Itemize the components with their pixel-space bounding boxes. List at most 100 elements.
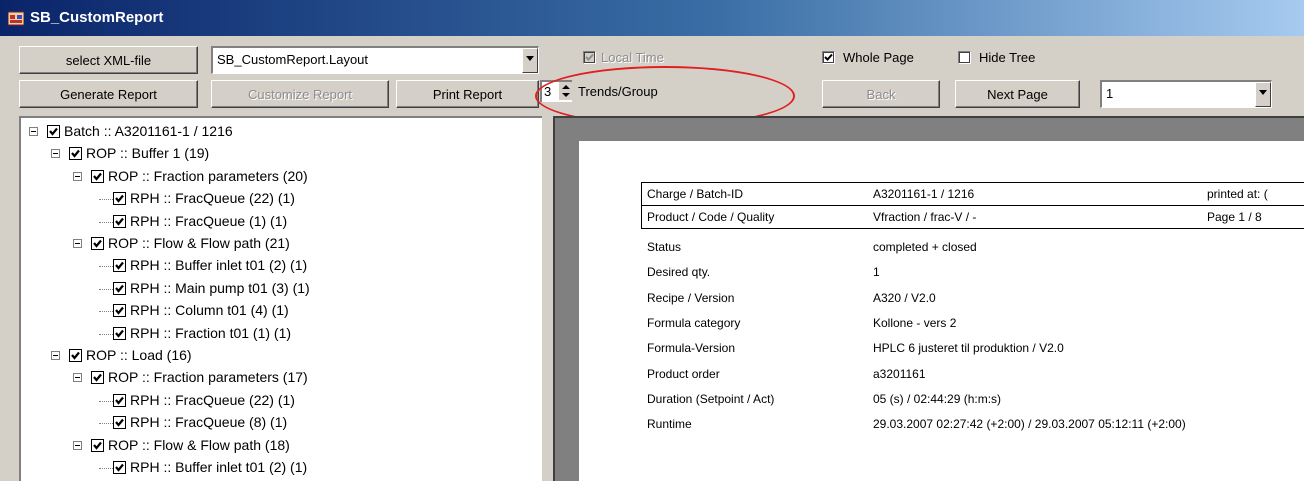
tree-node[interactable]: RPH :: FracQueue (8) (1)	[21, 413, 541, 435]
report-row-right: Page 1 / 8	[1207, 210, 1262, 224]
report-row-value: 1	[873, 265, 880, 280]
tree-node-label: RPH :: Column t01 (4) (1)	[130, 302, 289, 319]
tree-node-checkbox[interactable]	[47, 125, 60, 138]
tree-node[interactable]: RPH :: Fraction t01 (1) (1)	[21, 324, 541, 346]
tree-node-checkbox[interactable]	[113, 393, 126, 407]
title-bar: SB_CustomReport	[0, 0, 1304, 36]
tree-node-checkbox[interactable]	[113, 259, 126, 273]
tree-node-label: RPH :: FracQueue (8) (1)	[130, 414, 288, 431]
tree-node-checkbox[interactable]	[113, 461, 126, 474]
layout-combo-value: SB_CustomReport.Layout	[217, 52, 369, 67]
tree-node[interactable]: RPH :: Buffer inlet t01 (2) (1)	[21, 458, 541, 480]
tree-node-checkbox[interactable]	[113, 326, 126, 340]
tree-node[interactable]: RPH :: FracQueue (1) (1)	[21, 212, 541, 234]
page-combo[interactable]: 1	[1100, 80, 1272, 108]
layout-combo[interactable]: SB_CustomReport.Layout	[211, 46, 539, 74]
customize-report-button[interactable]: Customize Report	[211, 80, 389, 108]
tree-node-label: RPH :: FracQueue (1) (1)	[130, 212, 288, 229]
tree-node-checkbox[interactable]	[91, 438, 104, 452]
whole-page-checkbox[interactable]	[822, 51, 835, 64]
tree-node[interactable]: ROP :: Flow & Flow path (21)	[21, 234, 541, 256]
trends-spinner[interactable]: 3	[540, 80, 572, 102]
next-page-button[interactable]: Next Page	[955, 80, 1080, 108]
tree-node-label: RPH :: Buffer inlet t01 (2) (1)	[130, 459, 308, 475]
report-row-label: Formula category	[647, 315, 741, 330]
tree-node[interactable]: ROP :: Buffer 1 (19)	[21, 144, 541, 166]
report-row-value: A320 / V2.0	[873, 290, 936, 305]
back-button[interactable]: Back	[822, 80, 940, 108]
collapse-icon[interactable]	[73, 239, 82, 248]
report-row-value: 29.03.2007 02:27:42 (+2:00) / 29.03.2007…	[873, 417, 1186, 432]
tree-node-label: RPH :: Main pump t01 (3) (1)	[130, 279, 310, 296]
tree-node-checkbox[interactable]	[113, 304, 126, 318]
hide-tree-label: Hide Tree	[979, 50, 1036, 65]
tree-node-label: Batch :: A3201161-1 / 1216	[64, 123, 233, 139]
tree-node[interactable]: RPH :: FracQueue (22) (1)	[21, 189, 541, 211]
spinner-arrows-icon[interactable]	[558, 82, 572, 100]
print-report-button[interactable]: Print Report	[396, 80, 539, 108]
tree-node-label: ROP :: Flow & Flow path (21)	[108, 235, 290, 251]
tree-node[interactable]: RPH :: Column t01 (4) (1)	[21, 301, 541, 323]
tree-node-label: ROP :: Fraction parameters (17)	[108, 369, 308, 386]
report-row-label: Product / Code / Quality	[647, 210, 775, 224]
tree-node-label: RPH :: Buffer inlet t01 (2) (1)	[130, 257, 308, 274]
report-row-label: Product order	[647, 366, 720, 381]
report-row-label: Desired qty.	[647, 265, 711, 280]
collapse-icon[interactable]	[73, 440, 82, 450]
tree-node[interactable]: ROP :: Flow & Flow path (18)	[21, 436, 541, 458]
tree-node[interactable]: ROP :: Fraction parameters (20)	[21, 167, 541, 189]
tree-node-checkbox[interactable]	[91, 371, 104, 385]
collapse-icon[interactable]	[73, 373, 82, 383]
report-row-label: Charge / Batch-ID	[647, 187, 744, 201]
report-row-value: HPLC 6 justeret til produktion / V2.0	[873, 341, 1064, 356]
window-title: SB_CustomReport	[30, 9, 164, 26]
report-preview[interactable]: Charge / Batch-ID A3201161-1 / 1216 printe…	[553, 116, 1304, 481]
trends-value: 3	[544, 84, 552, 99]
local-time-checkbox[interactable]	[583, 51, 596, 64]
tree-node[interactable]: RPH :: FracQueue (22) (1)	[21, 391, 541, 413]
chevron-down-icon[interactable]	[522, 48, 538, 73]
page-combo-value: 1	[1106, 86, 1114, 101]
tree-node-checkbox[interactable]	[69, 147, 82, 161]
collapse-icon[interactable]	[73, 171, 82, 181]
select-xml-button[interactable]: select XML-file	[19, 46, 198, 74]
report-row-label: Formula-Version	[647, 341, 736, 356]
tree-node[interactable]: ROP :: Fraction parameters (17)	[21, 368, 541, 390]
tree-node-checkbox[interactable]	[113, 416, 126, 430]
generate-report-button[interactable]: Generate Report	[19, 80, 198, 108]
chevron-down-icon[interactable]	[1255, 82, 1271, 107]
batch-tree[interactable]: Batch :: A3201161-1 / 1216ROP :: Buffer …	[19, 116, 542, 481]
report-row-right: printed at: (	[1207, 187, 1268, 201]
app-icon	[8, 11, 24, 26]
tree-node-checkbox[interactable]	[91, 237, 104, 250]
report-row-value: Vfraction / frac-V / -	[873, 210, 977, 224]
tree-node-checkbox[interactable]	[69, 349, 82, 362]
trends-group-label: Trends/Group	[578, 84, 658, 99]
local-time-label: Local Time	[601, 50, 664, 65]
whole-page-label: Whole Page	[843, 50, 914, 65]
tree-node[interactable]: Batch :: A3201161-1 / 1216	[21, 122, 541, 144]
tree-node-label: RPH :: FracQueue (22) (1)	[130, 391, 295, 408]
tree-node-checkbox[interactable]	[91, 169, 104, 183]
report-row-value: 05 (s) / 02:44:29 (h:m:s)	[873, 391, 1002, 406]
tree-node-checkbox[interactable]	[113, 281, 126, 295]
report-row-label: Recipe / Version	[647, 290, 735, 305]
collapse-icon[interactable]	[51, 149, 60, 159]
report-row-value: a3201161	[873, 366, 926, 381]
tree-node-label: ROP :: Fraction parameters (20)	[108, 167, 308, 184]
tree-node-label: ROP :: Buffer 1 (19)	[86, 145, 210, 162]
tree-node[interactable]: ROP :: Load (16)	[21, 346, 541, 368]
collapse-icon[interactable]	[29, 127, 38, 136]
tree-node-checkbox[interactable]	[113, 214, 126, 228]
tree-node-checkbox[interactable]	[113, 192, 126, 206]
hide-tree-checkbox[interactable]	[958, 51, 971, 64]
tree-node-label: RPH :: Fraction t01 (1) (1)	[130, 324, 292, 341]
report-page: Charge / Batch-ID A3201161-1 / 1216 printe…	[579, 141, 1304, 481]
tree-node[interactable]: RPH :: Main pump t01 (3) (1)	[21, 279, 541, 301]
report-row-value: Kollone - vers 2	[873, 315, 957, 330]
tree-node-label: ROP :: Load (16)	[86, 347, 192, 363]
collapse-icon[interactable]	[51, 351, 60, 360]
tree-node[interactable]: RPH :: Buffer inlet t01 (2) (1)	[21, 256, 541, 278]
report-row-value: A3201161-1 / 1216	[873, 187, 975, 201]
report-row-label: Duration (Setpoint / Act)	[647, 391, 775, 406]
